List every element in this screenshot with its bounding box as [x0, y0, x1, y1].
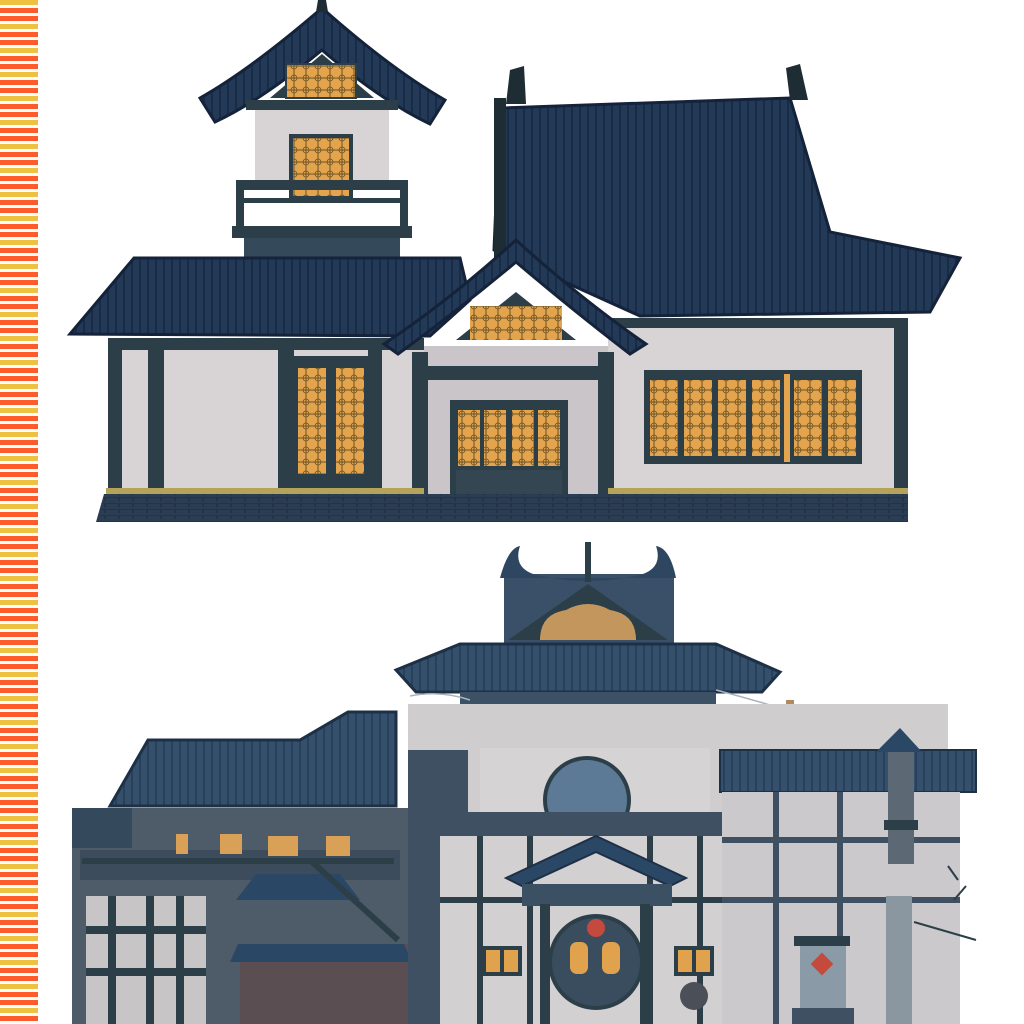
left-wing-window — [176, 834, 188, 854]
chimney — [888, 752, 914, 864]
clay-pot — [680, 982, 708, 1010]
left-wooden-wing — [72, 710, 412, 1024]
left-lattice-doors — [292, 356, 368, 492]
teahouse-with-watchtower — [66, 0, 963, 522]
right-wing — [719, 728, 977, 1024]
watchtower — [197, 0, 448, 258]
porch-gable-window — [470, 306, 562, 340]
stone-plinth — [96, 494, 908, 522]
bathhouse-complex — [72, 542, 977, 1024]
tower-gable-window — [285, 63, 357, 99]
hall-window-band — [644, 370, 862, 464]
main-hall-roof — [492, 64, 963, 318]
building-sprite-sheet — [66, 0, 977, 1024]
